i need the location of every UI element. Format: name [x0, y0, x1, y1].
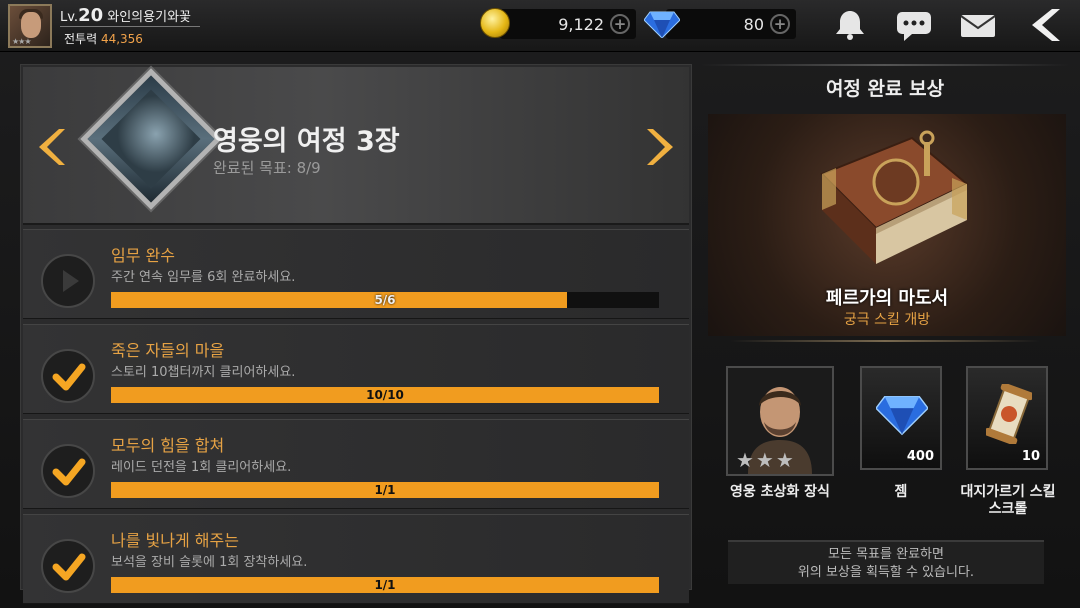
- play-icon[interactable]: [41, 254, 95, 308]
- chapter-progress: 완료된 목표: 8/9: [213, 159, 321, 177]
- prev-chapter-button[interactable]: [37, 127, 65, 167]
- quest-row[interactable]: 나를 빛나게 해주는보석을 장비 슬롯에 1회 장착하세요. 1/1: [23, 514, 689, 604]
- main-reward[interactable]: 페르가의 마도서 궁극 스킬 개방: [708, 114, 1066, 336]
- quest-description: 레이드 던전을 1회 클리어하세요.: [111, 460, 292, 475]
- player-name: 와인의용기와꽃: [107, 10, 191, 25]
- chapter-emblem: [80, 68, 222, 210]
- combat-power: 전투력 44,356: [64, 32, 143, 46]
- quest-progress-text: 10/10: [366, 388, 404, 402]
- reward-divider: [730, 340, 1040, 342]
- reward-label-portrait: 영웅 초상화 장식: [730, 484, 830, 500]
- reward-label-gem: 젬: [894, 484, 908, 500]
- quest-row[interactable]: 임무 완수주간 연속 임무를 6회 완료하세요. 5/6: [23, 229, 689, 319]
- reward-item-portrait[interactable]: ★★★: [726, 366, 834, 476]
- gold-counter: 9,122 +: [500, 9, 636, 39]
- gold-coin-icon: [480, 8, 510, 38]
- quest-description: 보석을 장비 슬롯에 1회 장착하세요.: [111, 555, 308, 570]
- reward-note-line2: 위의 보상을 획득할 수 있습니다.: [797, 565, 975, 580]
- top-bar: ★★★ Lv.20 와인의용기와꽃 전투력 44,356 9,122 + 80 …: [0, 0, 1080, 52]
- reward-label-scroll: 대지가르기 스킬 스크롤: [960, 484, 1056, 517]
- scroll-reward-count: 10: [1021, 449, 1040, 464]
- quest-row[interactable]: 모두의 힘을 합쳐레이드 던전을 1회 클리어하세요. 1/1: [23, 419, 689, 509]
- chapter-title: 영웅의 여정 3장: [213, 126, 400, 157]
- checkmark-icon[interactable]: [41, 444, 95, 498]
- avatar-stars-icon: ★★★: [12, 37, 31, 46]
- bell-icon[interactable]: [830, 8, 870, 42]
- reward-top-divider: [700, 64, 1070, 66]
- reward-item-scroll[interactable]: 10: [966, 366, 1048, 470]
- quest-progress-bar: 5/6: [111, 292, 659, 308]
- spellbook-icon: [820, 130, 969, 264]
- gem-counter: 80 +: [666, 9, 796, 39]
- reward-note-line1: 모든 목표를 완료하면: [828, 547, 944, 562]
- checkmark-icon[interactable]: [41, 349, 95, 403]
- gem-reward-icon: [876, 395, 928, 436]
- add-gem-button[interactable]: +: [770, 14, 790, 34]
- quest-title: 임무 완수: [111, 246, 175, 265]
- gem-reward-count: 400: [906, 449, 934, 464]
- quest-title: 모두의 힘을 합쳐: [111, 436, 225, 455]
- quest-progress-bar: 1/1: [111, 577, 659, 593]
- quest-title: 나를 빛나게 해주는: [111, 531, 239, 550]
- combat-power-value: 44,356: [100, 32, 143, 46]
- screen: ★★★ Lv.20 와인의용기와꽃 전투력 44,356 9,122 + 80 …: [0, 0, 1080, 608]
- reward-panel: 여정 완료 보상 페르가의 마도서 궁극 스킬 개방 ★★★ 400 10 영웅…: [700, 64, 1070, 590]
- reward-note: 모든 목표를 완료하면 위의 보상을 획득할 수 있습니다.: [728, 540, 1044, 584]
- add-gold-button[interactable]: +: [610, 14, 630, 34]
- main-reward-name: 페르가의 마도서: [825, 288, 949, 309]
- quest-description: 주간 연속 임무를 6회 완료하세요.: [111, 270, 296, 285]
- reward-heading: 여정 완료 보상: [825, 78, 945, 100]
- quest-progress-text: 5/6: [374, 293, 396, 307]
- portrait-stars-icon: ★★★: [736, 448, 796, 472]
- gem-value: 80: [743, 15, 764, 34]
- gem-icon: [644, 11, 680, 38]
- quest-title: 죽은 자들의 마을: [111, 341, 225, 360]
- gold-value: 9,122: [558, 15, 604, 34]
- level-divider: [60, 26, 200, 27]
- back-button[interactable]: [1024, 8, 1064, 42]
- main-reward-desc: 궁극 스킬 개방: [843, 312, 931, 328]
- reward-item-gem[interactable]: 400: [860, 366, 942, 470]
- quest-row[interactable]: 죽은 자들의 마을스토리 10챕터까지 클리어하세요. 10/10: [23, 324, 689, 414]
- quest-progress-text: 1/1: [374, 483, 396, 497]
- mail-icon[interactable]: [958, 8, 998, 42]
- player-level: Lv.20 와인의용기와꽃: [60, 5, 191, 26]
- quest-progress-bar: 1/1: [111, 482, 659, 498]
- skill-scroll-icon: [986, 384, 1032, 444]
- next-chapter-button[interactable]: [647, 127, 675, 167]
- chat-icon[interactable]: [894, 8, 934, 42]
- journey-panel: 영웅의 여정 3장 완료된 목표: 8/9 임무 완수주간 연속 임무를 6회 …: [20, 64, 692, 604]
- quest-description: 스토리 10챕터까지 클리어하세요.: [111, 365, 296, 380]
- quest-progress-bar: 10/10: [111, 387, 659, 403]
- player-avatar[interactable]: ★★★: [8, 4, 52, 48]
- chapter-header: 영웅의 여정 3장 완료된 목표: 8/9: [23, 67, 689, 225]
- quest-progress-text: 1/1: [374, 578, 396, 592]
- checkmark-icon[interactable]: [41, 539, 95, 593]
